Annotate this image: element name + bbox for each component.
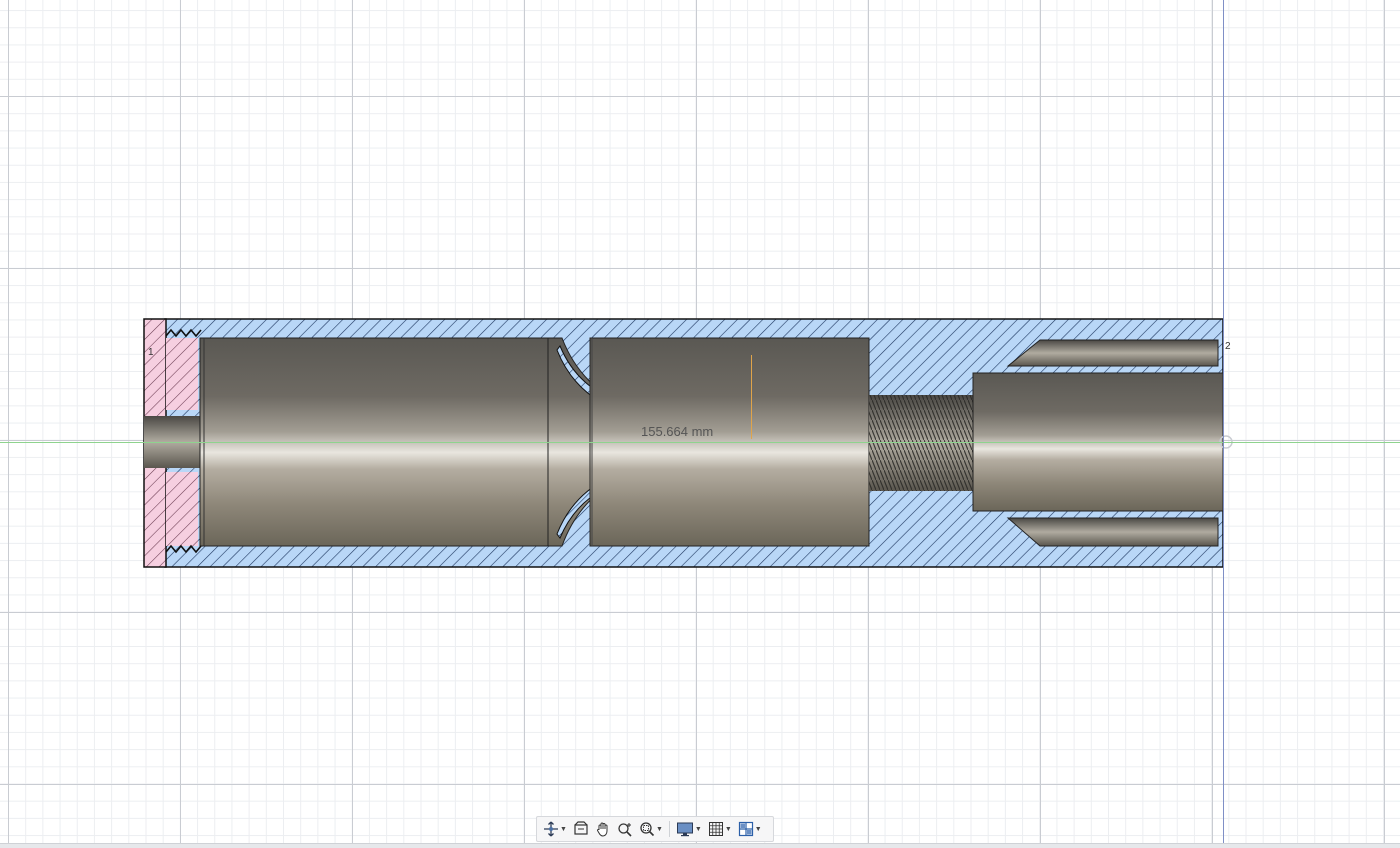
zoom-button[interactable] — [615, 818, 635, 840]
chevron-down-icon[interactable]: ▼ — [755, 826, 762, 833]
display-settings-button[interactable]: ▼ — [674, 818, 704, 840]
toolbar-divider — [668, 821, 670, 837]
orbit-icon — [544, 821, 558, 837]
point-label-1: 1 — [148, 347, 154, 358]
chevron-down-icon[interactable]: ▼ — [695, 826, 702, 833]
viewports-icon — [738, 821, 753, 837]
zoom-fit-icon — [640, 822, 655, 837]
rear-slot-upper — [1006, 339, 1219, 367]
look-at-icon — [574, 821, 588, 835]
dimension-line — [751, 355, 752, 439]
orbit-button[interactable]: ▼ — [541, 818, 569, 840]
chevron-down-icon[interactable]: ▼ — [725, 826, 732, 833]
display-settings-icon — [676, 822, 693, 837]
x-axis-line — [0, 442, 1400, 443]
design-viewport[interactable]: 1 2 155.664 mm ▼ ▼ ▼ ▼ ▼ — [0, 0, 1400, 848]
end-cap-inner-hatch-lower — [166, 472, 198, 546]
rear-slot-lower — [1006, 517, 1219, 547]
fit-button[interactable]: ▼ — [637, 818, 665, 840]
navigation-toolbar: ▼ ▼ ▼ ▼ ▼ — [536, 816, 774, 842]
end-cap-inner-hatch — [166, 338, 198, 410]
pan-icon — [596, 822, 608, 837]
y-axis-line — [1223, 0, 1224, 847]
chevron-down-icon[interactable]: ▼ — [656, 826, 663, 833]
dimension-label: 155.664 mm — [641, 424, 714, 439]
pan-button[interactable] — [593, 818, 613, 840]
zoom-icon — [618, 823, 632, 837]
look-at-button[interactable] — [571, 818, 591, 840]
chevron-down-icon[interactable]: ▼ — [560, 826, 567, 833]
grid-snaps-button[interactable]: ▼ — [706, 818, 734, 840]
point-label-2: 2 — [1225, 341, 1231, 352]
bottom-status-strip — [0, 843, 1400, 848]
viewports-button[interactable]: ▼ — [736, 818, 764, 840]
grid-icon — [708, 822, 723, 836]
